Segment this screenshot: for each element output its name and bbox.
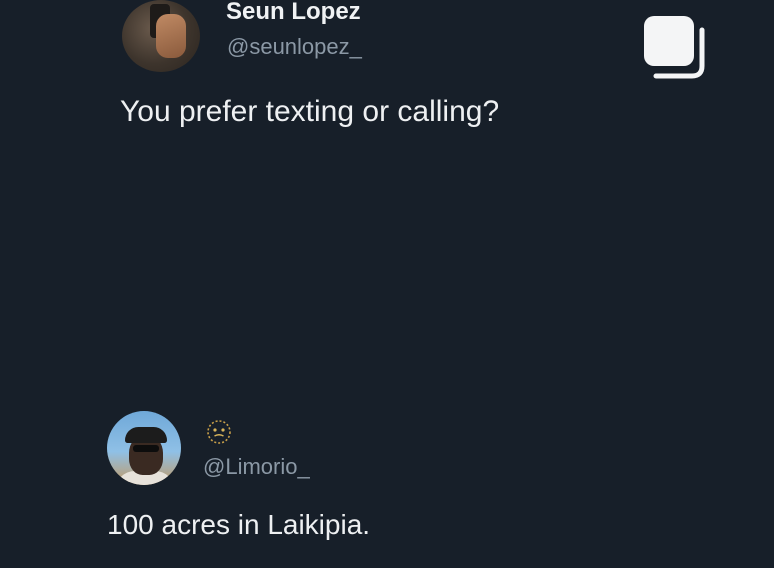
limorio-avatar[interactable] xyxy=(107,411,181,485)
screenshot-canvas: Seun Lopez @seunlopez_ You prefer textin… xyxy=(0,0,774,568)
reply-text: 100 acres in Laikipia. xyxy=(107,509,371,540)
avatar-hand xyxy=(156,14,186,58)
avatar-sunglasses xyxy=(133,445,159,452)
tweet-text: You prefer texting or calling? xyxy=(120,95,500,128)
smiley-face-icon xyxy=(207,420,231,444)
avatar-cap xyxy=(125,427,167,443)
seun-lopez-avatar[interactable] xyxy=(122,0,200,72)
reply-author-handle[interactable]: @Limorio_ xyxy=(203,454,310,480)
copy-icon[interactable] xyxy=(642,14,710,82)
tweet-author-name[interactable]: Seun Lopez xyxy=(226,0,361,26)
tweet-author-handle[interactable]: @seunlopez_ xyxy=(227,34,362,60)
